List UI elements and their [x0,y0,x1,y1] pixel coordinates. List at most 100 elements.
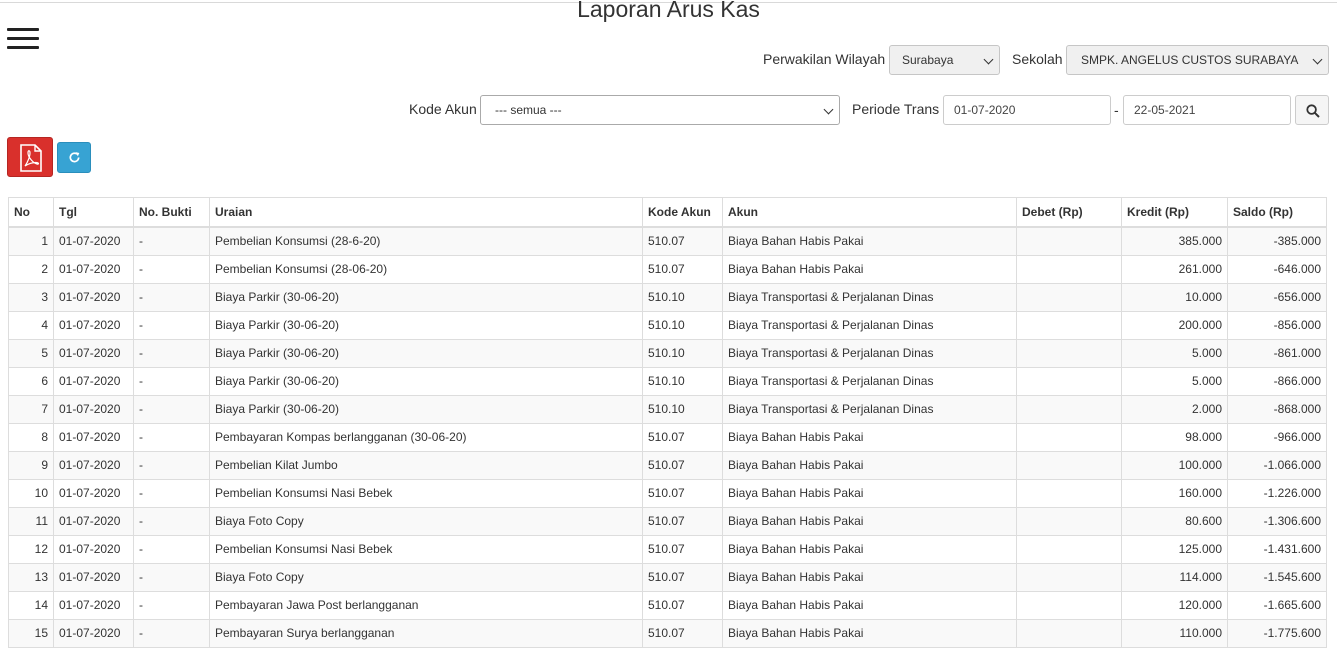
col-header-kode-akun[interactable]: Kode Akun [642,197,723,228]
cell-no: 12 [8,535,54,564]
cell-kode-akun: 510.07 [642,619,723,648]
table-row[interactable]: 9 01-07-2020- Pembelian Kilat Jumbo 510.07 B… [8,451,1327,480]
region-select[interactable]: Surabaya [889,45,1000,75]
hamburger-menu-icon[interactable] [7,28,39,52]
col-header-debet[interactable]: Debet (Rp) [1016,197,1122,228]
col-header-tgl[interactable]: Tgl [53,197,134,228]
table-row[interactable]: 5 01-07-2020- Biaya Parkir (30-06-20) 510.1… [8,339,1327,368]
cell-kode-akun: 510.10 [642,367,723,396]
cell-debet [1016,255,1122,284]
table-row[interactable]: 15 01-07-2020- Pembayaran Surya berlanggan… [8,619,1327,648]
cell-uraian: Pembayaran Kompas berlangganan (30-06-20… [209,423,643,452]
table-row[interactable]: 3 01-07-2020- Biaya Parkir (30-06-20) 510.1… [8,283,1327,312]
cell-no: 11 [8,507,54,536]
cell-akun: Biaya Bahan Habis Pakai [722,479,1017,508]
chevron-down-icon [1312,54,1323,65]
cell-kode-akun: 510.10 [642,311,723,340]
cell-kredit: 80.600 [1121,507,1228,536]
table-row[interactable]: 8 01-07-2020- Pembayaran Kompas berlanggan… [8,423,1327,452]
period-label: Periode Trans [852,101,940,117]
table-row[interactable]: 11 01-07-2020- Biaya Foto Copy 510.07 Biaya … [8,507,1327,536]
table-row[interactable]: 6 01-07-2020- Biaya Parkir (30-06-20) 510.1… [8,367,1327,396]
table-row[interactable]: 12 01-07-2020- Pembelian Konsumsi Nasi Beb… [8,535,1327,564]
cell-debet [1016,226,1122,256]
cell-akun: Biaya Bahan Habis Pakai [722,423,1017,452]
cell-uraian: Biaya Parkir (30-06-20) [209,311,643,340]
cell-saldo: -1.431.600 [1227,535,1327,564]
cell-kredit: 10.000 [1121,283,1228,312]
date-from-input[interactable]: 01-07-2020 [943,95,1111,125]
cell-tgl: 01-07-2020 [53,423,134,452]
school-select[interactable]: SMPK. ANGELUS CUSTOS SURABAYA [1066,45,1329,75]
cell-kredit: 110.000 [1121,619,1228,648]
cell-kode-akun: 510.07 [642,535,723,564]
cell-debet [1016,451,1122,480]
cell-uraian: Pembelian Kilat Jumbo [209,451,643,480]
table-row[interactable]: 14 01-07-2020- Pembayaran Jawa Post berlan… [8,591,1327,620]
cell-akun: Biaya Transportasi & Perjalanan Dinas [722,311,1017,340]
cell-bukti: - [133,535,210,564]
col-header-saldo[interactable]: Saldo (Rp) [1227,197,1327,228]
refresh-button[interactable] [57,142,91,173]
cell-kredit: 5.000 [1121,339,1228,368]
cell-akun: Biaya Bahan Habis Pakai [722,507,1017,536]
date-to-input[interactable]: 22-05-2021 [1123,95,1291,125]
cell-no: 1 [8,226,54,256]
table-row[interactable]: 13 01-07-2020- Biaya Foto Copy 510.07 Biaya … [8,563,1327,592]
cell-kode-akun: 510.07 [642,507,723,536]
col-header-akun[interactable]: Akun [722,197,1017,228]
cell-kode-akun: 510.07 [642,423,723,452]
cell-debet [1016,311,1122,340]
table-row[interactable]: 7 01-07-2020- Biaya Parkir (30-06-20) 510.1… [8,395,1327,424]
col-header-uraian[interactable]: Uraian [209,197,643,228]
cell-debet [1016,507,1122,536]
account-select[interactable]: --- semua --- [480,95,840,125]
table-row[interactable]: 4 01-07-2020- Biaya Parkir (30-06-20) 510.1… [8,311,1327,340]
cell-tgl: 01-07-2020 [53,339,134,368]
table-row[interactable]: 1 01-07-2020- Pembelian Konsumsi (28-6-20)… [8,226,1327,256]
cell-saldo: -966.000 [1227,423,1327,452]
region-select-value: Surabaya [902,53,954,67]
cell-tgl: 01-07-2020 [53,535,134,564]
cell-tgl: 01-07-2020 [53,311,134,340]
cell-debet [1016,619,1122,648]
cell-debet [1016,423,1122,452]
cell-bukti: - [133,367,210,396]
cell-tgl: 01-07-2020 [53,591,134,620]
cell-kode-akun: 510.10 [642,283,723,312]
search-icon [1306,104,1320,118]
cash-flow-table: No Tgl No. Bukti Uraian Kode Akun Akun D… [8,197,1327,648]
cell-akun: Biaya Bahan Habis Pakai [722,451,1017,480]
col-header-bukti[interactable]: No. Bukti [133,197,210,228]
cell-no: 9 [8,451,54,480]
cell-debet [1016,339,1122,368]
cell-kode-akun: 510.07 [642,479,723,508]
cell-tgl: 01-07-2020 [53,226,134,256]
cell-saldo: -868.000 [1227,395,1327,424]
cell-kredit: 385.000 [1121,226,1228,256]
search-button[interactable] [1295,95,1329,125]
table-row[interactable]: 10 01-07-2020- Pembelian Konsumsi Nasi Beb… [8,479,1327,508]
date-separator: - [1114,102,1119,118]
cell-kode-akun: 510.10 [642,395,723,424]
cell-no: 4 [8,311,54,340]
export-pdf-button[interactable] [7,137,53,177]
page-title: Laporan Arus Kas [577,0,760,22]
table-row[interactable]: 2 01-07-2020- Pembelian Konsumsi (28-06-20… [8,255,1327,284]
cell-tgl: 01-07-2020 [53,367,134,396]
school-select-value: SMPK. ANGELUS CUSTOS SURABAYA [1081,53,1299,67]
cell-bukti: - [133,339,210,368]
cell-uraian: Biaya Parkir (30-06-20) [209,367,643,396]
col-header-no[interactable]: No [8,197,54,228]
col-header-kredit[interactable]: Kredit (Rp) [1121,197,1228,228]
cell-bukti: - [133,479,210,508]
cell-saldo: -1.545.600 [1227,563,1327,592]
cell-kredit: 98.000 [1121,423,1228,452]
chevron-down-icon [823,104,834,115]
refresh-icon [69,152,80,163]
cell-debet [1016,283,1122,312]
cell-kredit: 100.000 [1121,451,1228,480]
cell-tgl: 01-07-2020 [53,451,134,480]
cell-bukti: - [133,226,210,256]
cell-saldo: -1.306.600 [1227,507,1327,536]
